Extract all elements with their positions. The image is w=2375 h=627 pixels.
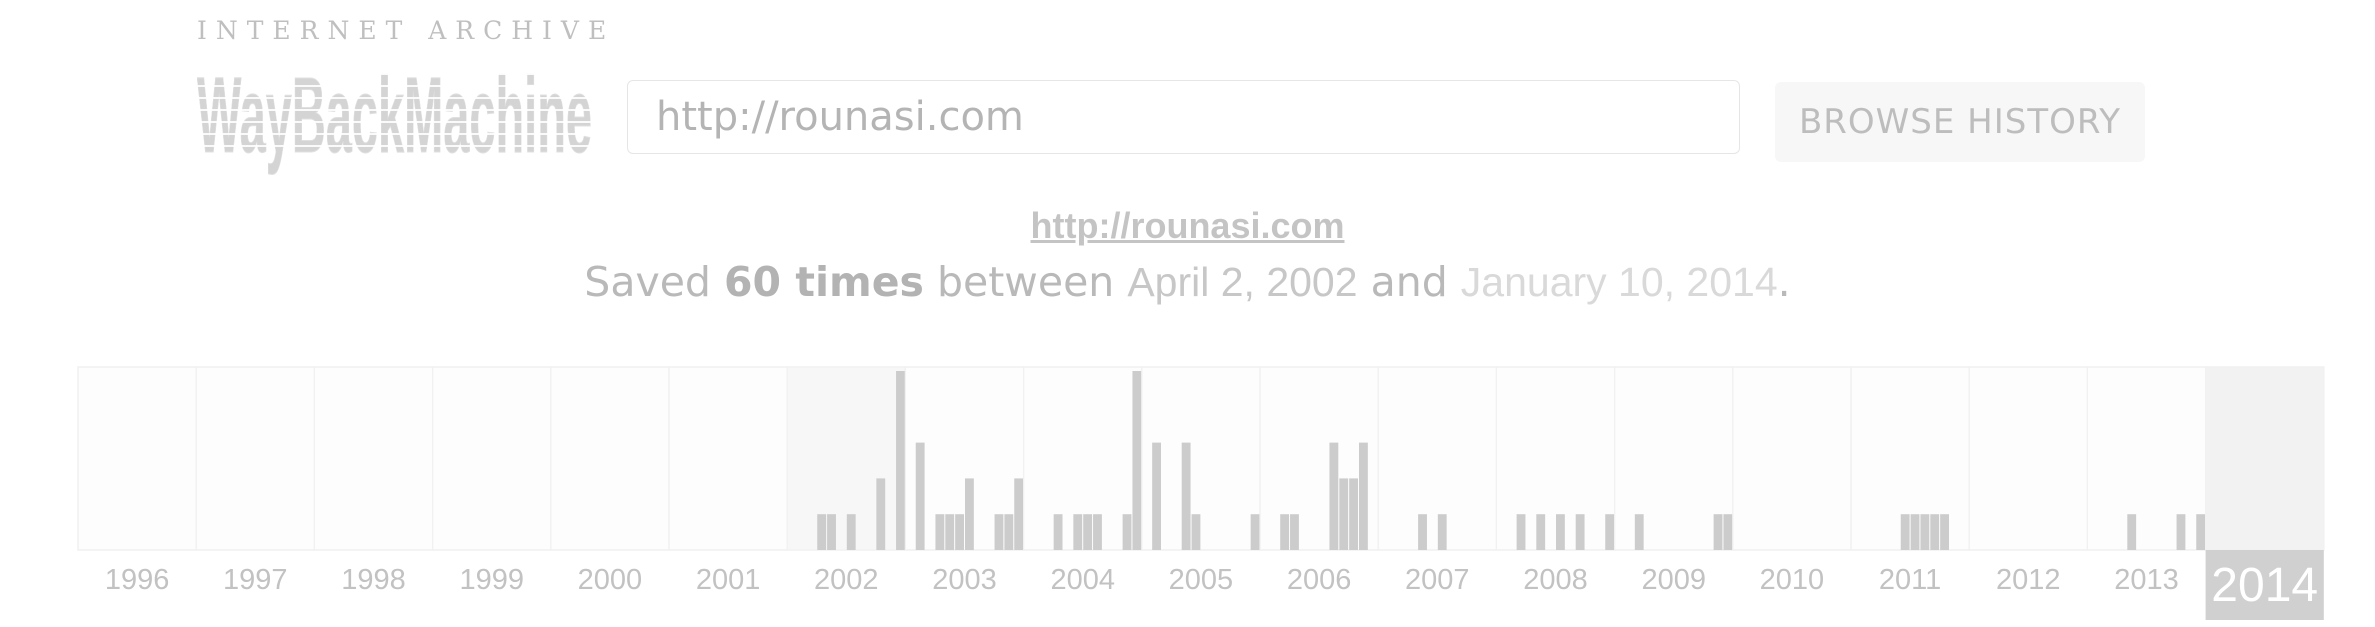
year-column-2000[interactable] <box>550 366 670 551</box>
year-column-2014[interactable] <box>2205 366 2325 551</box>
year-column-2008[interactable] <box>1495 366 1616 551</box>
capture-bar-2011-9[interactable] <box>1930 514 1940 550</box>
year-column-2012[interactable] <box>1968 366 2088 551</box>
year-label-2012[interactable]: 2012 <box>1996 564 2061 596</box>
year-label-2005[interactable]: 2005 <box>1169 564 1234 596</box>
capture-bar-2003-11[interactable] <box>1004 514 1014 550</box>
year-column-2002[interactable] <box>786 366 907 551</box>
year-label-1998[interactable]: 1998 <box>341 564 406 596</box>
year-column-1998[interactable] <box>313 366 434 551</box>
year-column-2011[interactable] <box>1850 366 1970 551</box>
capture-bar-2006-9[interactable] <box>1339 478 1349 550</box>
capture-bar-2006-10[interactable] <box>1349 478 1358 550</box>
capture-bar-2004-12[interactable] <box>1132 371 1142 550</box>
capture-bar-2004-11[interactable] <box>1122 514 1132 550</box>
capture-bar-2003-12[interactable] <box>1014 478 1024 550</box>
capture-bar-2008-5[interactable] <box>1536 514 1546 550</box>
capture-bar-2002-4[interactable] <box>817 514 827 550</box>
year-label-2011[interactable]: 2011 <box>1879 564 1941 596</box>
capture-bar-2005-6[interactable] <box>1191 514 1201 550</box>
year-label-2006[interactable]: 2006 <box>1287 564 1352 596</box>
capture-bar-2006-4[interactable] <box>1290 514 1299 550</box>
year-label-2001[interactable]: 2001 <box>696 564 761 596</box>
capture-bar-2004-8[interactable] <box>1093 514 1102 550</box>
capture-bar-2005-12[interactable] <box>1250 514 1260 550</box>
capture-bar-2003-4[interactable] <box>935 514 945 550</box>
capture-bar-2009-11[interactable] <box>1713 514 1723 550</box>
capture-bar-2004-4[interactable] <box>1053 514 1063 550</box>
capture-bar-2011-7[interactable] <box>1910 514 1920 550</box>
capture-bar-2006-11[interactable] <box>1359 442 1368 550</box>
capture-bar-2004-7[interactable] <box>1083 514 1093 550</box>
capture-bar-2008-12[interactable] <box>1605 514 1615 550</box>
capture-bar-2003-7[interactable] <box>965 478 974 550</box>
year-column-1999[interactable] <box>432 366 552 551</box>
capture-bar-2007-5[interactable] <box>1418 514 1427 550</box>
year-column-2010[interactable] <box>1732 366 1852 551</box>
year-label-1999[interactable]: 1999 <box>459 564 524 596</box>
capture-bar-2002-5[interactable] <box>827 514 836 550</box>
capture-bar-2005-2[interactable] <box>1152 442 1161 550</box>
year-column-2007[interactable] <box>1377 366 1497 551</box>
year-label-2003[interactable]: 2003 <box>932 564 997 596</box>
year-label-2014[interactable]: 2014 <box>2211 559 2318 612</box>
year-column-1996[interactable] <box>77 366 197 551</box>
capture-bar-2006-3[interactable] <box>1280 514 1290 550</box>
capture-timeline[interactable]: 1996 1997 1998 1999 2000 2001 2002 2003 2004 2005… <box>0 0 2375 627</box>
year-label-2013[interactable]: 2013 <box>2114 564 2179 596</box>
year-label-2000[interactable]: 2000 <box>578 564 643 596</box>
capture-bar-2004-6[interactable] <box>1073 514 1083 550</box>
year-column-2001[interactable] <box>668 366 788 551</box>
year-column-2013[interactable] <box>2086 366 2207 551</box>
capture-bar-2009-3[interactable] <box>1634 514 1644 550</box>
year-label-2010[interactable]: 2010 <box>1760 564 1825 596</box>
capture-bar-2007-7[interactable] <box>1437 514 1447 550</box>
capture-bar-2002-7[interactable] <box>846 514 856 550</box>
year-label-2008[interactable]: 2008 <box>1523 564 1588 596</box>
year-label-2007[interactable]: 2007 <box>1405 564 1470 596</box>
capture-bar-2013-5[interactable] <box>2127 514 2137 550</box>
year-label-1997[interactable]: 1997 <box>223 564 288 596</box>
capture-bar-2008-9[interactable] <box>1575 514 1585 550</box>
capture-bar-2013-12[interactable] <box>2196 514 2206 550</box>
year-column-1997[interactable] <box>195 366 315 551</box>
capture-bar-2006-8[interactable] <box>1329 442 1339 550</box>
capture-bar-2009-12[interactable] <box>1723 514 1733 550</box>
capture-bar-2003-5[interactable] <box>945 514 955 550</box>
capture-bar-2011-6[interactable] <box>1900 514 1910 550</box>
year-label-2009[interactable]: 2009 <box>1641 564 1706 596</box>
year-label-1996[interactable]: 1996 <box>105 564 170 596</box>
capture-bar-2003-6[interactable] <box>955 514 964 550</box>
capture-bar-2003-2[interactable] <box>915 442 925 550</box>
year-label-2002[interactable]: 2002 <box>814 564 879 596</box>
capture-bar-2002-10[interactable] <box>876 478 886 550</box>
capture-bar-2005-5[interactable] <box>1181 442 1191 550</box>
year-label-2004[interactable]: 2004 <box>1050 564 1115 596</box>
capture-bar-2008-3[interactable] <box>1516 514 1526 550</box>
capture-bar-2011-8[interactable] <box>1920 514 1930 550</box>
capture-bar-2008-7[interactable] <box>1556 514 1565 550</box>
capture-bar-2011-10[interactable] <box>1940 514 1949 550</box>
capture-bar-2013-10[interactable] <box>2176 514 2186 550</box>
capture-bar-2002-12[interactable] <box>896 371 905 550</box>
capture-bar-2003-10[interactable] <box>994 514 1004 550</box>
